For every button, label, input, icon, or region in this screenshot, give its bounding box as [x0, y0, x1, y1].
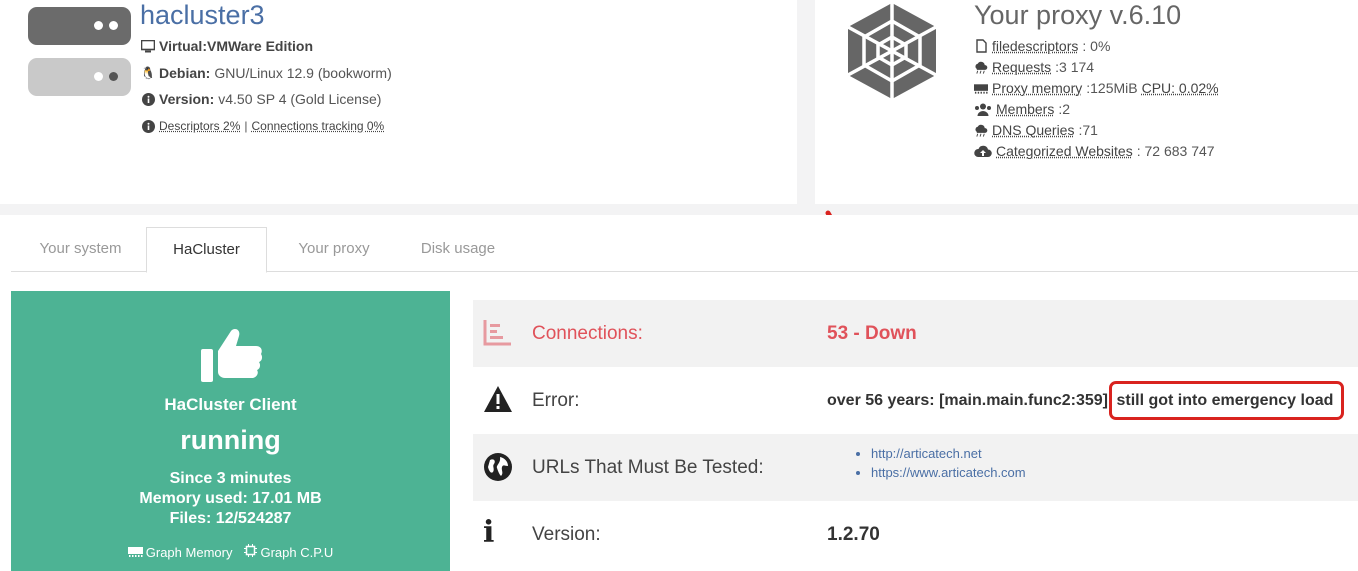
graph-cpu-label: Graph C.P.U [260, 544, 334, 560]
proxy-memory-label[interactable]: Proxy memory [992, 80, 1082, 96]
info-icon [141, 92, 155, 106]
cpu-link[interactable]: CPU: 0.02% [1142, 80, 1219, 96]
requests-label[interactable]: Requests [992, 59, 1051, 75]
graph-cpu-link[interactable]: Graph C.P.U [244, 544, 333, 560]
client-stats: Since 3 minutes Memory used: 17.01 MB Fi… [11, 469, 450, 529]
cpu-icon [244, 544, 258, 560]
tab-your-system[interactable]: Your system [23, 227, 138, 271]
proxy-memory-value: :125MiB [1086, 80, 1138, 96]
urls-row: URLs That Must Be Tested: http://articat… [473, 434, 1358, 501]
members-row: Members :2 [974, 101, 1070, 117]
memory-icon [974, 81, 988, 95]
url-item: https://www.articatech.com [871, 463, 1026, 482]
url-link[interactable]: http://articatech.net [871, 446, 982, 461]
tab-disk-usage[interactable]: Disk usage [403, 227, 513, 271]
version-row: Version: v4.50 SP 4 (Gold License) [141, 91, 381, 107]
client-files: Files: 12/524287 [169, 510, 292, 527]
cloud-upload-icon [974, 144, 992, 158]
memory-icon [127, 545, 143, 560]
version-detail-row: i Version: 1.2.70 [473, 501, 1358, 571]
descriptors-row: Descriptors 2% | Connections tracking 0% [141, 119, 384, 133]
tab-hacluster[interactable]: HaCluster [146, 227, 267, 273]
urls-list: http://articatech.net https://www.artica… [855, 444, 1026, 482]
conntrack-link[interactable]: Connections tracking 0% [251, 119, 384, 133]
error-row: Error: over 56 years: [main.main.func2:3… [473, 367, 1358, 434]
version-detail-value: 1.2.70 [827, 524, 880, 545]
monitor-icon [141, 39, 155, 53]
info-icon [141, 119, 155, 133]
os-label: Debian: [159, 65, 211, 81]
tab-bar: Your system HaCluster Your proxy Disk us… [11, 227, 1358, 273]
dns-row: DNS Queries :71 [974, 122, 1098, 138]
globe-icon [483, 452, 513, 482]
categorized-row: Categorized Websites : 72 683 747 [974, 143, 1215, 159]
info-i-icon: i [483, 515, 495, 550]
os-value: GNU/Linux 12.9 (bookworm) [214, 65, 392, 81]
requests-row: Requests :3 174 [974, 59, 1094, 75]
client-since: Since 3 minutes [169, 470, 292, 487]
proxy-title: Your proxy v.6.10 [974, 0, 1182, 30]
url-item: http://articatech.net [871, 444, 1026, 463]
virtual-value: VMWare Edition [206, 38, 314, 54]
dns-label[interactable]: DNS Queries [992, 122, 1074, 138]
proxy-card: Your proxy v.6.10 filedescriptors : 0% R… [815, 0, 1358, 204]
descriptors-link[interactable]: Descriptors 2% [159, 119, 240, 133]
filedescriptors-label[interactable]: filedescriptors [992, 38, 1078, 54]
graph-memory-link[interactable]: Graph Memory [127, 544, 233, 560]
version-detail-label: Version: [532, 524, 601, 545]
client-memory: Memory used: 17.01 MB [139, 490, 322, 507]
url-link[interactable]: https://www.articatech.com [871, 465, 1026, 480]
warning-icon [483, 385, 513, 415]
virtual-row: Virtual: VMWare Edition [141, 38, 313, 54]
users-icon [974, 102, 992, 116]
client-status: running [180, 425, 281, 455]
categorized-value: : 72 683 747 [1136, 143, 1215, 159]
chart-icon [483, 318, 513, 348]
client-status-panel: HaCluster Client running Since 3 minutes… [11, 291, 450, 571]
connections-value: 53 - Down [827, 323, 917, 344]
requests-value: :3 174 [1055, 59, 1095, 75]
server-card: hacluster3 Virtual: VMWare Edition 🐧 Debi… [0, 0, 797, 204]
members-label[interactable]: Members [996, 101, 1054, 117]
version-value: v4.50 SP 4 (Gold License) [218, 91, 382, 107]
file-icon [974, 39, 988, 53]
client-name: HaCluster Client [164, 395, 297, 414]
urls-label: URLs That Must Be Tested: [532, 457, 764, 478]
cloud-icon [974, 60, 988, 74]
cloud-icon [974, 123, 988, 137]
separator: | [244, 119, 248, 133]
memory-row: Proxy memory :125MiB CPU: 0.02% [974, 80, 1219, 96]
error-label: Error: [532, 390, 580, 411]
members-value: :2 [1058, 101, 1071, 117]
graph-memory-label: Graph Memory [145, 544, 233, 560]
thumbs-up-icon [201, 327, 263, 387]
connections-row: Connections: 53 - Down [473, 300, 1358, 367]
error-value-highlight: still got into emergency load [1109, 381, 1345, 420]
virtual-label: Virtual: [159, 38, 207, 54]
dns-value: :71 [1078, 122, 1098, 138]
tab-your-proxy[interactable]: Your proxy [279, 227, 389, 271]
spider-web-icon [840, 0, 944, 108]
os-row: 🐧 Debian: GNU/Linux 12.9 (bookworm) [141, 65, 392, 81]
filedescriptors-row: filedescriptors : 0% [974, 38, 1110, 54]
connections-label: Connections: [532, 323, 643, 344]
graph-links: Graph Memory Graph C.P.U [11, 544, 450, 560]
filedescriptors-value: : 0% [1082, 38, 1111, 54]
linux-icon: 🐧 [140, 66, 156, 80]
categorized-label[interactable]: Categorized Websites [996, 143, 1133, 159]
hostname-title[interactable]: hacluster3 [140, 0, 265, 31]
error-value-prefix: over 56 years: [main.main.func2:359] [827, 392, 1109, 409]
error-value: over 56 years: [main.main.func2:359] sti… [827, 367, 1345, 434]
version-label: Version: [159, 91, 215, 107]
